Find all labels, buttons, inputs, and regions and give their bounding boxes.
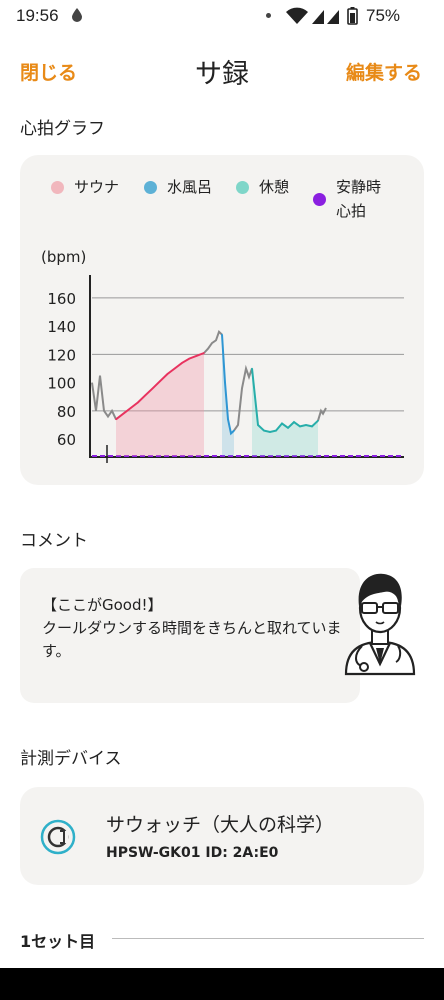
rest-point-1 bbox=[257, 424, 259, 426]
sauna-point-11 bbox=[195, 355, 198, 357]
y-tick-60: 60 bbox=[57, 431, 76, 449]
transition-line-2 bbox=[203, 330, 223, 354]
notification-dot-icon bbox=[266, 13, 271, 18]
comment-section-label: コメント bbox=[20, 531, 88, 551]
y-tick-120: 120 bbox=[47, 346, 76, 364]
status-bar: 19:56 75% bbox=[0, 0, 444, 34]
rest-line bbox=[251, 368, 319, 434]
device-name: サウォッチ（大人の科学） bbox=[106, 814, 335, 836]
device-card[interactable]: サウォッチ（大人の科学） HPSW-GK01 ID: 2A:E0 bbox=[20, 787, 424, 885]
cold-bath-point-2 bbox=[227, 418, 229, 421]
rest-point-8 bbox=[299, 425, 301, 428]
sauna-point-10 bbox=[188, 357, 191, 360]
y-axis-unit-label: (bpm) bbox=[41, 248, 86, 266]
set-label: 1セット目 bbox=[20, 932, 96, 951]
rest-point-10 bbox=[311, 425, 313, 428]
rest-point-11 bbox=[317, 419, 319, 422]
device-id: HPSW-GK01 ID: 2A:E0 bbox=[106, 845, 279, 861]
rest-point-3 bbox=[269, 431, 271, 433]
header: サ録 閉じる 編集する bbox=[0, 44, 444, 98]
sauna-point-4 bbox=[144, 394, 147, 397]
y-tick-100: 100 bbox=[47, 375, 76, 393]
sauna-point-9 bbox=[181, 362, 183, 364]
battery-percent: 75% bbox=[366, 6, 401, 25]
signal-icon bbox=[312, 10, 324, 24]
comment-body: クールダウンする時間をきちんと取れています。 bbox=[42, 619, 342, 660]
heart-rate-section-label: 心拍グラフ bbox=[20, 119, 105, 139]
rest-point-0 bbox=[251, 367, 253, 370]
sauna-point-7 bbox=[166, 373, 169, 375]
doctor-avatar-icon bbox=[344, 573, 416, 676]
watch-icon bbox=[40, 819, 76, 855]
signal-icon-2 bbox=[327, 10, 339, 24]
transition-line-4 bbox=[317, 407, 327, 421]
comment-title: 【ここがGood!】 bbox=[42, 596, 163, 614]
cold-bath-point-0 bbox=[221, 333, 223, 336]
rest-area bbox=[252, 368, 318, 456]
navigation-bar bbox=[0, 968, 444, 1000]
sauna-point-6 bbox=[159, 380, 161, 382]
y-tick-140: 140 bbox=[47, 318, 76, 336]
sauna-point-3 bbox=[137, 401, 139, 404]
rest-point-5 bbox=[281, 422, 283, 425]
status-time: 19:56 bbox=[16, 6, 59, 25]
sauna-point-1 bbox=[122, 412, 125, 415]
rest-point-9 bbox=[305, 424, 307, 426]
transition-line-1 bbox=[91, 375, 117, 420]
cold-bath-point-4 bbox=[233, 429, 235, 432]
y-tick-80: 80 bbox=[57, 403, 76, 421]
signal-icons bbox=[286, 7, 358, 25]
edit-button[interactable]: 編集する bbox=[346, 58, 422, 85]
cold-bath-point-3 bbox=[230, 432, 232, 435]
sauna-point-12 bbox=[203, 352, 205, 354]
device-section-label: 計測デバイス bbox=[20, 749, 122, 769]
sauna-point-8 bbox=[173, 367, 176, 370]
drop-icon bbox=[72, 8, 82, 22]
comment-bubble: 【ここがGood!】 クールダウンする時間をきちんと取れています。 bbox=[20, 568, 360, 703]
rest-point-7 bbox=[293, 421, 295, 423]
cold-bath-point-1 bbox=[224, 381, 226, 384]
rest-point-4 bbox=[275, 429, 277, 432]
transition-line-3 bbox=[233, 364, 253, 432]
set-divider bbox=[112, 938, 424, 939]
sauna-area bbox=[116, 353, 204, 456]
rest-point-2 bbox=[263, 429, 265, 432]
heart-rate-chart: (bpm) 60 80 100 120 140 160 bbox=[41, 248, 404, 463]
rest-point-6 bbox=[287, 427, 289, 429]
heart-rate-card: サウナ 水風呂 休憩 安静時 心拍 (bpm) 60 80 100 120 140 160 bbox=[20, 155, 424, 485]
sauna-point-5 bbox=[151, 387, 154, 390]
sauna-point-0 bbox=[115, 418, 117, 421]
wifi-icon bbox=[286, 7, 308, 24]
y-tick-160: 160 bbox=[47, 290, 76, 308]
close-button[interactable]: 閉じる bbox=[20, 58, 77, 85]
sauna-point-2 bbox=[129, 407, 132, 409]
